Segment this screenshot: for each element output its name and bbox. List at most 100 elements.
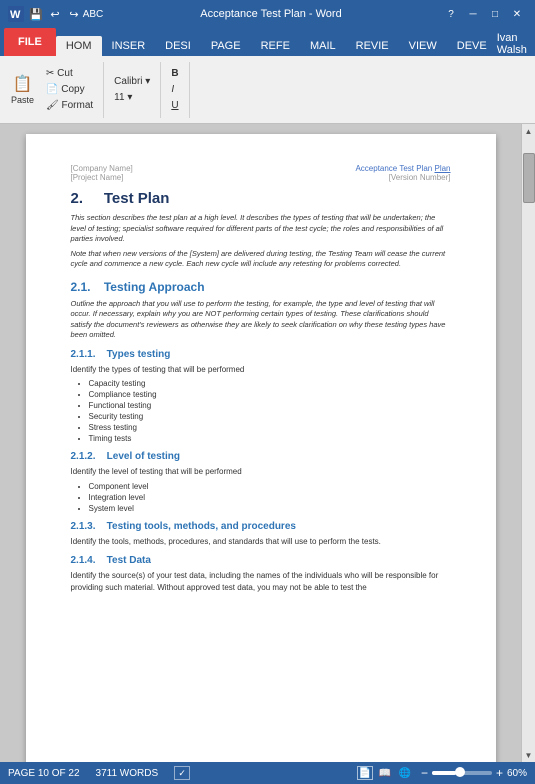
- restore-button[interactable]: □: [485, 6, 505, 22]
- paste-button[interactable]: 📋 Paste: [6, 64, 39, 116]
- section211-list: Capacity testing Compliance testing Func…: [71, 379, 451, 443]
- title-bar: W 💾 ↩ ↪ ABC Acceptance Test Plan - Word …: [0, 0, 535, 28]
- close-button[interactable]: ✕: [507, 6, 527, 22]
- quick-access-toolbar: 💾 ↩ ↪ ABC: [28, 6, 101, 22]
- zoom-controls: − + 60%: [421, 766, 527, 780]
- page-info: PAGE 10 OF 22: [8, 768, 80, 779]
- svg-text:W: W: [10, 9, 21, 21]
- tab-file[interactable]: FILE: [4, 28, 56, 56]
- cut-copy-format: ✂ Cut 📄 Copy 🖌 Format: [42, 66, 97, 113]
- section212-intro: Identify the level of testing that will …: [71, 466, 451, 478]
- scroll-thumb[interactable]: [523, 153, 535, 203]
- version-header: [Version Number]: [355, 173, 450, 182]
- scroll-up-arrow[interactable]: ▲: [522, 124, 535, 138]
- zoom-fill: [432, 771, 456, 775]
- main-area: [Company Name] [Project Name] Acceptance…: [0, 124, 535, 762]
- section213-body: Identify the tools, methods, procedures,…: [71, 536, 451, 548]
- format-painter-button[interactable]: 🖌 Format: [42, 98, 97, 113]
- document-page: [Company Name] [Project Name] Acceptance…: [26, 134, 496, 762]
- font-family[interactable]: Calibri ▾: [110, 74, 154, 89]
- web-layout-icon[interactable]: 🌐: [397, 766, 413, 780]
- scroll-down-arrow[interactable]: ▼: [522, 748, 535, 762]
- section214-body: Identify the source(s) of your test data…: [71, 570, 451, 593]
- zoom-percent: 60%: [507, 768, 527, 779]
- ribbon: FILE HOM INSER DESI PAGE REFE MAIL REVIE…: [0, 28, 535, 56]
- zoom-thumb[interactable]: [455, 767, 465, 777]
- copy-button[interactable]: 📄 Copy: [42, 82, 97, 97]
- list-item: Security testing: [89, 412, 451, 421]
- tab-developer[interactable]: DEVE: [447, 36, 497, 56]
- tab-insert[interactable]: INSER: [102, 36, 156, 56]
- save-icon[interactable]: 💾: [28, 6, 44, 22]
- section213-heading: 2.1.3. Testing tools, methods, and proce…: [71, 521, 451, 532]
- tab-page[interactable]: PAGE: [201, 36, 251, 56]
- tab-references[interactable]: REFE: [251, 36, 300, 56]
- font-controls: Calibri ▾ 11 ▾: [110, 74, 154, 105]
- user-info: Ivan Walsh ▾ K: [497, 32, 535, 56]
- underline-button[interactable]: U: [167, 98, 182, 113]
- tab-review[interactable]: REVIE: [346, 36, 399, 56]
- zoom-in-button[interactable]: +: [496, 766, 503, 780]
- italic-button[interactable]: I: [167, 82, 182, 97]
- bold-button[interactable]: B: [167, 66, 182, 81]
- view-mode-icons: 📄 📖 🌐: [357, 766, 413, 780]
- section2-heading: 2. Test Plan: [71, 190, 451, 207]
- section2-body: This section describes the test plan at …: [71, 213, 451, 245]
- font-group: Calibri ▾ 11 ▾: [110, 62, 161, 118]
- window-controls: ? ─ □ ✕: [441, 6, 527, 22]
- document-area: [Company Name] [Project Name] Acceptance…: [0, 124, 521, 762]
- ribbon-tab-bar: FILE HOM INSER DESI PAGE REFE MAIL REVIE…: [0, 28, 535, 56]
- font-size[interactable]: 11 ▾: [110, 90, 154, 105]
- tab-view[interactable]: VIEW: [399, 36, 447, 56]
- status-bar: PAGE 10 OF 22 3711 WORDS ✓ 📄 📖 🌐 − + 60%: [0, 762, 535, 784]
- tab-home[interactable]: HOM: [56, 36, 102, 56]
- section211-heading: 2.1.1. Types testing: [71, 349, 451, 360]
- zoom-out-button[interactable]: −: [421, 766, 428, 780]
- list-item: Compliance testing: [89, 390, 451, 399]
- user-name: Ivan Walsh: [497, 32, 534, 56]
- section212-list: Component level Integration level System…: [71, 482, 451, 513]
- undo-icon[interactable]: ↩: [47, 6, 63, 22]
- header-right: Acceptance Test Plan Plan [Version Numbe…: [355, 164, 450, 182]
- section211-intro: Identify the types of testing that will …: [71, 364, 451, 376]
- list-item: Stress testing: [89, 423, 451, 432]
- status-right: 📄 📖 🌐 − + 60%: [357, 766, 527, 780]
- paste-icon: 📋: [13, 74, 33, 94]
- ribbon-commands: 📋 Paste ✂ Cut 📄 Copy 🖌 Format Calibri ▾ …: [0, 56, 535, 124]
- doc-header: [Company Name] [Project Name] Acceptance…: [71, 164, 451, 182]
- list-item: Component level: [89, 482, 451, 491]
- track-changes-icon[interactable]: ✓: [174, 766, 190, 780]
- tab-mail[interactable]: MAIL: [300, 36, 346, 56]
- zoom-slider[interactable]: [432, 771, 492, 775]
- tab-design[interactable]: DESI: [155, 36, 201, 56]
- align-controls: B I U: [167, 66, 182, 113]
- list-item: Functional testing: [89, 401, 451, 410]
- word-count: 3711 WORDS: [96, 768, 159, 779]
- section2-note: Note that when new versions of the [Syst…: [71, 249, 451, 270]
- header-left: [Company Name] [Project Name]: [71, 164, 133, 182]
- company-name-header: [Company Name]: [71, 164, 133, 173]
- cut-button[interactable]: ✂ Cut: [42, 66, 97, 81]
- vertical-scrollbar[interactable]: ▲ ▼: [521, 124, 535, 762]
- section212-heading: 2.1.2. Level of testing: [71, 451, 451, 462]
- list-item: Capacity testing: [89, 379, 451, 388]
- spell-check-icon[interactable]: ABC: [85, 6, 101, 22]
- minimize-button[interactable]: ─: [463, 6, 483, 22]
- project-name-header: [Project Name]: [71, 173, 133, 182]
- list-item: System level: [89, 504, 451, 513]
- word-icon: W: [8, 6, 24, 22]
- title-bar-left: W 💾 ↩ ↪ ABC: [8, 6, 101, 22]
- list-item: Timing tests: [89, 434, 451, 443]
- help-button[interactable]: ?: [441, 6, 461, 22]
- scroll-track[interactable]: [522, 138, 535, 748]
- print-layout-icon[interactable]: 📄: [357, 766, 373, 780]
- doc-title-header: Acceptance Test Plan Plan: [355, 164, 450, 173]
- section21-body: Outline the approach that you will use t…: [71, 299, 451, 341]
- redo-icon[interactable]: ↪: [66, 6, 82, 22]
- clipboard-group: 📋 Paste ✂ Cut 📄 Copy 🖌 Format: [6, 62, 104, 118]
- section21-heading: 2.1. Testing Approach: [71, 280, 451, 294]
- read-mode-icon[interactable]: 📖: [377, 766, 393, 780]
- list-item: Integration level: [89, 493, 451, 502]
- window-title: Acceptance Test Plan - Word: [101, 8, 441, 20]
- paragraph-group: B I U: [167, 62, 189, 118]
